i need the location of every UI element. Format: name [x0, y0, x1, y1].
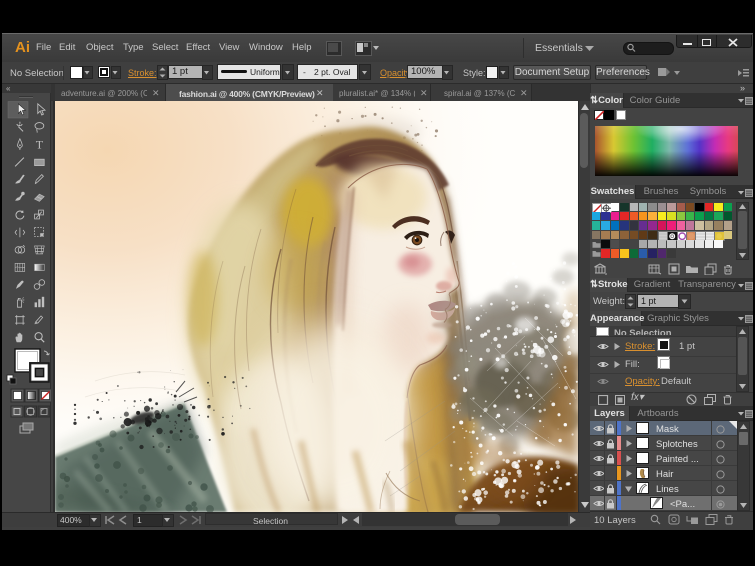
svg-text:T: T: [36, 137, 44, 151]
